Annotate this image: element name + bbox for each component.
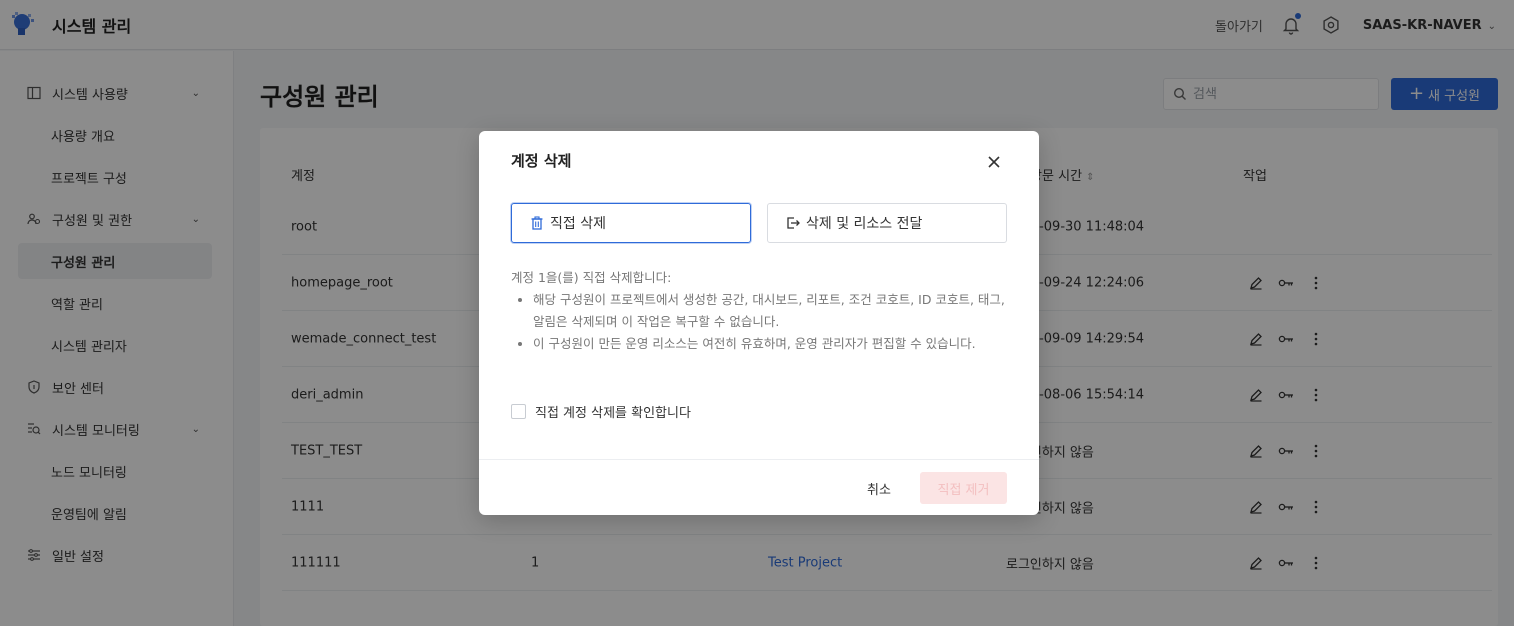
confirm-checkbox[interactable] <box>511 404 526 419</box>
option-direct-delete-label: 직접 삭제 <box>550 216 606 232</box>
delete-note: 해당 구성원이 프로젝트에서 생성한 공간, 대시보드, 리포트, 조건 코호트… <box>533 289 1011 333</box>
delete-note: 이 구성원이 만든 운영 리소스는 여전히 유효하며, 운영 관리자가 편집할 … <box>533 333 1011 355</box>
delete-description: 계정 1을(를) 직접 삭제합니다: 해당 구성원이 프로젝트에서 생성한 공간… <box>511 267 1011 355</box>
transfer-icon <box>785 215 801 231</box>
modal-footer: 취소 직접 제거 <box>479 459 1039 515</box>
delete-notes-list: 해당 구성원이 프로젝트에서 생성한 공간, 대시보드, 리포트, 조건 코호트… <box>533 289 1011 355</box>
delete-summary: 계정 1을(를) 직접 삭제합니다: <box>511 270 672 285</box>
confirm-label: 직접 계정 삭제를 확인합니다 <box>535 406 691 421</box>
trash-icon <box>529 215 545 231</box>
option-direct-delete[interactable]: 직접 삭제 <box>511 203 751 243</box>
confirm-checkbox-row[interactable]: 직접 계정 삭제를 확인합니다 <box>511 402 691 421</box>
cancel-button[interactable]: 취소 <box>853 472 905 504</box>
option-delete-transfer-label: 삭제 및 리소스 전달 <box>806 216 923 232</box>
direct-remove-button[interactable]: 직접 제거 <box>920 472 1007 504</box>
close-icon[interactable] <box>987 155 1001 169</box>
delete-account-modal: 계정 삭제 직접 삭제 삭제 및 리소스 전달 계정 1을(를) 직접 삭제합니… <box>479 131 1039 515</box>
option-delete-transfer[interactable]: 삭제 및 리소스 전달 <box>767 203 1007 243</box>
modal-title: 계정 삭제 <box>511 152 572 170</box>
